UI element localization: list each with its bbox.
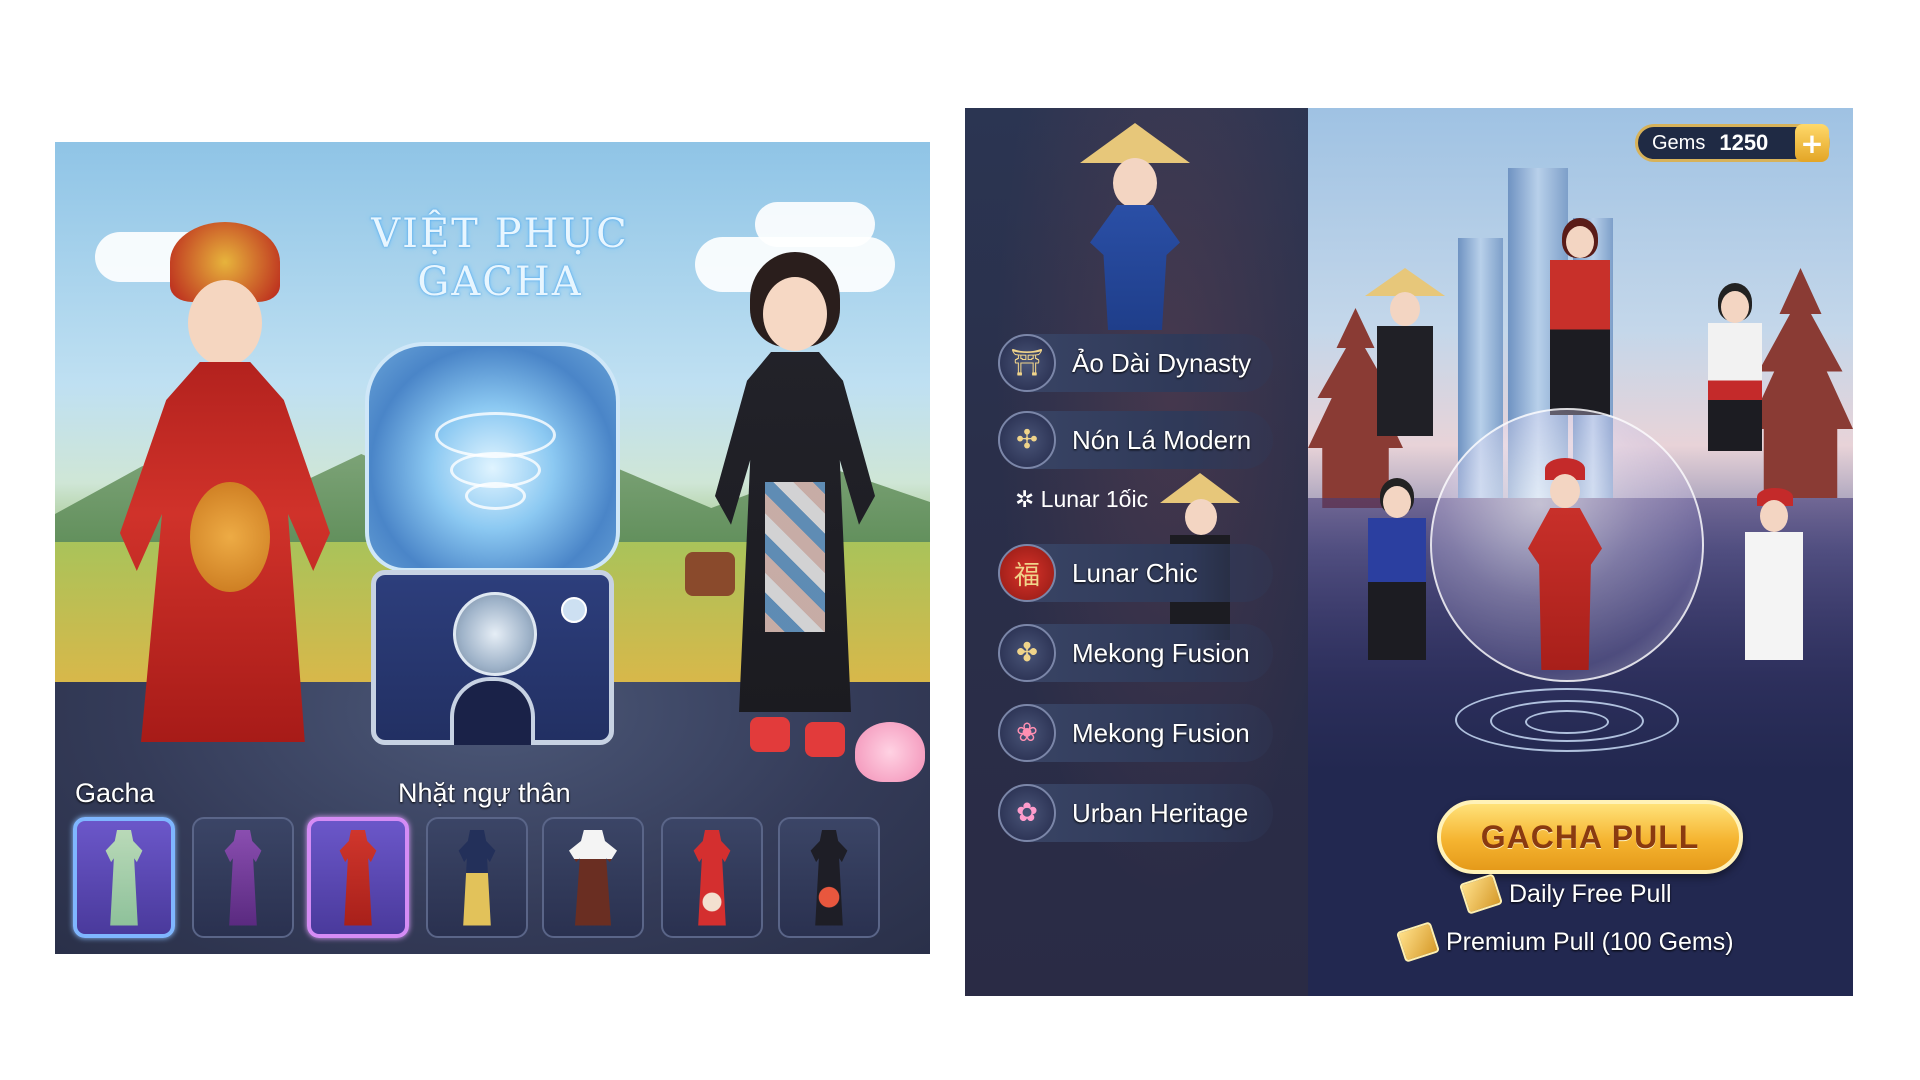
modern-aodai-character <box>685 252 895 772</box>
menu-item-mekong-fusion-2[interactable]: ❀ Mekong Fusion <box>998 704 1273 762</box>
red-floral-aodai-icon <box>693 829 731 926</box>
portal-ring <box>1525 710 1609 734</box>
sneaker <box>805 722 845 757</box>
phoenix-embroidery <box>190 482 270 592</box>
character-black-outfit <box>1365 268 1445 438</box>
outfit-slot-7[interactable] <box>778 817 880 938</box>
outfit-slot-2[interactable] <box>192 817 294 938</box>
lunar-fortune-icon: 福 <box>998 544 1056 602</box>
gems-counter: Gems 1250 + <box>1635 124 1830 162</box>
menu-item-mekong-fusion[interactable]: ✤ Mekong Fusion <box>998 624 1273 682</box>
featured-character <box>1070 123 1200 333</box>
gacha-machine-screen: VIỆT PHỤC GACHA Gacha Nhặt ngự thân <box>55 142 930 954</box>
outfit-slot-6[interactable] <box>661 817 763 938</box>
outfit-slot-3[interactable] <box>307 817 409 938</box>
red-dragon-robe-icon <box>339 829 377 926</box>
machine-knob[interactable] <box>453 592 537 676</box>
empress-character <box>100 222 340 762</box>
lotus-flower <box>855 722 925 782</box>
gacha-machine[interactable] <box>365 342 620 762</box>
lotus-icon: ✿ <box>998 784 1056 842</box>
premium-pull-option[interactable]: Premium Pull (100 Gems) <box>1395 921 1734 963</box>
daily-free-pull-option[interactable]: Daily Free Pull <box>1458 873 1672 915</box>
collection-label: Nhặt ngự thân <box>398 778 571 808</box>
green-aodai-icon <box>105 829 143 926</box>
menu-item-lunar-chic[interactable]: 福 Lunar Chic <box>998 544 1273 602</box>
gacha-pull-screen: ⛩ Ảo Dài Dynasty ✣ Nón Lá Modern ✲ Lunar… <box>965 108 1853 996</box>
character-red-top <box>1540 218 1620 418</box>
collection-menu: ⛩ Ảo Dài Dynasty ✣ Nón Lá Modern ✲ Lunar… <box>965 108 1308 996</box>
menu-item-ao-dai-dynasty[interactable]: ⛩ Ảo Dài Dynasty <box>998 334 1273 392</box>
character-blue-top <box>1360 478 1435 663</box>
mekong-emblem-icon: ✤ <box>998 624 1056 682</box>
flower-icon: ❀ <box>998 704 1056 762</box>
sneaker <box>750 717 790 752</box>
outfit-slot-1[interactable] <box>73 817 175 938</box>
menu-subitem-lunar[interactable]: ✲ Lunar 1ốic <box>1015 486 1148 513</box>
machine-button[interactable] <box>561 597 587 623</box>
ornament-icon: ✣ <box>998 411 1056 469</box>
gacha-label: Gacha <box>75 778 155 808</box>
add-gems-button[interactable]: + <box>1795 124 1829 162</box>
outfit-slot-5[interactable] <box>542 817 644 938</box>
temple-icon: ⛩ <box>998 334 1056 392</box>
cloud <box>755 202 875 247</box>
prize-slot <box>450 677 535 745</box>
black-floral-aodai-icon <box>810 829 848 926</box>
gacha-pull-button[interactable]: GACHA PULL <box>1437 800 1743 874</box>
character-white-top <box>1700 283 1770 453</box>
character-white-suit <box>1737 488 1812 663</box>
menu-item-urban-heritage[interactable]: ✿ Urban Heritage <box>998 784 1273 842</box>
outfit-slot-4[interactable] <box>426 817 528 938</box>
navy-gold-aodai-icon <box>458 829 496 926</box>
vortex <box>465 482 526 510</box>
brown-skirt-outfit-icon <box>569 829 617 926</box>
ticket-icon <box>1458 873 1504 915</box>
geometric-pattern <box>765 482 825 632</box>
sparkle-icon: ✲ <box>1015 486 1035 512</box>
handbag <box>685 552 735 596</box>
conical-hat <box>1080 123 1190 163</box>
ticket-icon <box>1395 921 1441 963</box>
purple-aodai-icon <box>224 829 262 926</box>
game-title: VIỆT PHỤC GACHA <box>371 211 629 305</box>
featured-reward-character <box>1520 458 1610 673</box>
menu-item-non-la-modern[interactable]: ✣ Nón Lá Modern <box>998 411 1273 469</box>
